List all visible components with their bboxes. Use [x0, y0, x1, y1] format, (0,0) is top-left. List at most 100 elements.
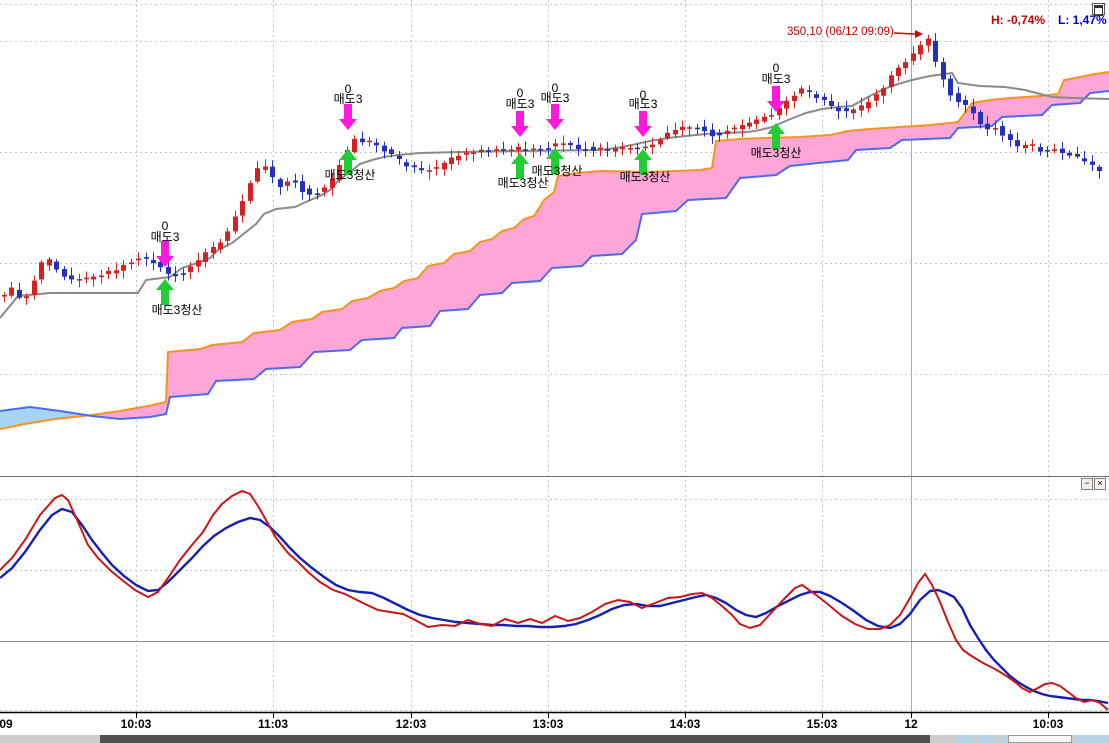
panel-minimize-button[interactable]: −	[1081, 478, 1093, 490]
x-axis-label: 15:03	[807, 717, 838, 731]
candle-body	[792, 96, 797, 101]
candle-body	[360, 139, 365, 143]
x-axis-label: /09	[0, 717, 13, 731]
candle-body	[352, 139, 357, 152]
candle-body	[300, 181, 305, 192]
candle-body	[412, 165, 417, 167]
candle-body	[695, 128, 700, 130]
candle-body	[1038, 147, 1043, 152]
candle-body	[516, 147, 521, 150]
candle-body	[1023, 145, 1028, 148]
candle-body	[859, 105, 864, 110]
candle-body	[233, 217, 238, 232]
candle-body	[449, 157, 454, 163]
panel-close-button[interactable]: ×	[1094, 478, 1106, 490]
signal-liquidation-label: 매도3청산	[152, 303, 203, 317]
candle-body	[255, 168, 260, 181]
candle-body	[985, 124, 990, 130]
candle-body	[24, 296, 29, 298]
candle-body	[836, 108, 841, 112]
x-axis-label: 11:03	[258, 717, 288, 731]
candle-body	[926, 39, 931, 46]
taskbar-tile[interactable]	[1000, 735, 1005, 743]
x-axis-label: 10:03	[1033, 717, 1064, 731]
candle-body	[106, 271, 111, 274]
candle-body	[799, 88, 804, 93]
taskbar-tile[interactable]	[978, 735, 996, 743]
taskbar-tile[interactable]	[1076, 735, 1109, 743]
candle-body	[434, 167, 439, 169]
candle-body	[91, 277, 96, 280]
horizontal-scrollbar[interactable]	[0, 735, 1109, 743]
candle-body	[620, 147, 625, 149]
candle-body	[740, 125, 745, 129]
candle-body	[121, 265, 126, 271]
candle-body	[404, 162, 409, 166]
candle-body	[211, 247, 216, 253]
signal-sell-label: 매도3	[629, 97, 658, 111]
x-axis-label: 12:03	[396, 717, 427, 731]
candle-body	[553, 143, 558, 146]
candle-body	[144, 257, 149, 259]
candle-body	[889, 75, 894, 87]
candle-body	[203, 252, 208, 262]
candle-body	[427, 170, 432, 172]
candle-body	[717, 133, 722, 136]
candle-body	[322, 187, 327, 191]
candle-body	[680, 127, 685, 130]
candle-body	[374, 143, 379, 146]
scrollbar-thumb[interactable]	[100, 735, 930, 743]
candle-body	[1015, 140, 1020, 146]
candle-body	[822, 97, 827, 100]
candle-body	[136, 259, 141, 261]
oscillator-plot-area[interactable]	[0, 478, 1109, 712]
candle-body	[196, 260, 201, 266]
restore-window-button[interactable]	[1092, 3, 1105, 15]
candle-body	[673, 130, 678, 134]
candle-body	[270, 167, 275, 177]
x-axis-label: 13:03	[533, 717, 564, 731]
candle-body	[576, 145, 581, 149]
candle-body	[509, 149, 514, 151]
candle-body	[702, 127, 707, 132]
candle-body	[1090, 162, 1095, 165]
candle-body	[538, 149, 543, 151]
candle-body	[181, 273, 186, 275]
candle-body	[9, 288, 14, 296]
candle-body	[591, 147, 596, 151]
candle-body	[263, 167, 268, 170]
candle-body	[903, 62, 908, 68]
candle-body	[866, 102, 871, 108]
candle-body	[1045, 150, 1050, 152]
candle-body	[1075, 154, 1080, 157]
candle-body	[948, 79, 953, 96]
candle-body	[844, 108, 849, 111]
candle-body	[285, 181, 290, 185]
candle-body	[69, 275, 74, 279]
candle-body	[114, 270, 119, 273]
taskbar-tile[interactable]	[1008, 735, 1072, 743]
candle-body	[278, 179, 283, 187]
candle-body	[896, 68, 901, 76]
candle-body	[494, 149, 499, 151]
candle-body	[39, 262, 44, 279]
candle-body	[658, 140, 663, 145]
candle-body	[442, 163, 447, 170]
candle-body	[546, 148, 551, 150]
candle-body	[240, 201, 245, 215]
signal-liquidation-label: 매도3청산	[498, 176, 549, 190]
candle-body	[851, 109, 856, 113]
candle-body	[635, 148, 640, 150]
candle-body	[99, 276, 104, 278]
candle-body	[881, 88, 886, 96]
candle-body	[62, 269, 67, 277]
candle-body	[389, 149, 394, 154]
candle-body	[971, 106, 976, 113]
taskbar-tile[interactable]	[956, 735, 974, 743]
candle-body	[456, 156, 461, 160]
candle-body	[173, 274, 178, 276]
candle-body	[874, 94, 879, 100]
signal-sell-label: 매도3	[541, 91, 570, 105]
x-axis: /0910:0311:0312:0313:0314:0315:031210:03	[0, 712, 1109, 731]
signal-liquidation-label: 매도3청산	[532, 164, 583, 178]
